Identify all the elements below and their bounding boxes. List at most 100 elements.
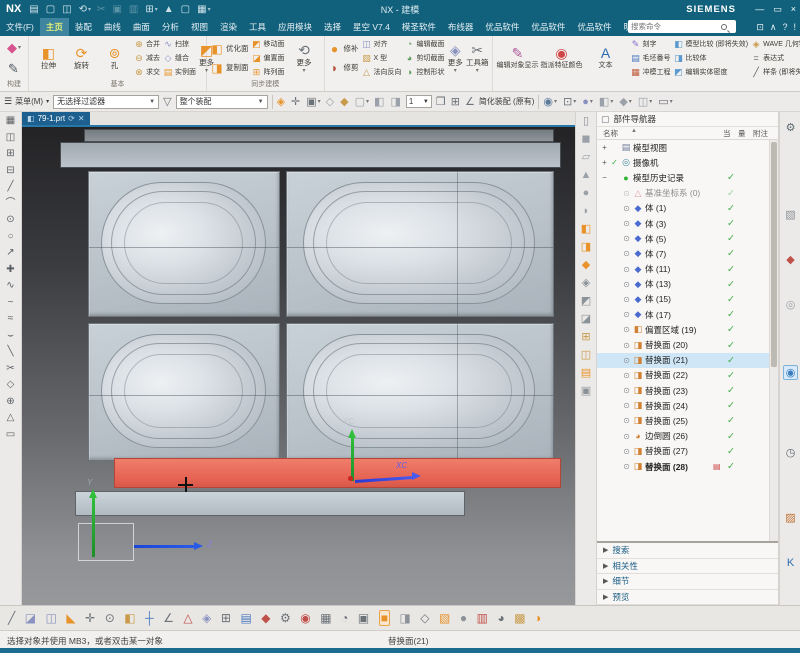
sketch-icon[interactable]: ◫ xyxy=(6,133,15,143)
split-body-icon[interactable]: ◩ xyxy=(581,296,591,307)
move-object-icon[interactable]: ┼ xyxy=(145,611,154,625)
pad-tool-icon[interactable]: ▱ xyxy=(582,152,590,163)
ribbon-small-button[interactable]: ◫对齐 xyxy=(362,38,402,51)
node-replace-face-22[interactable]: ⊙ ◨ 替换面 (22) ✓ xyxy=(597,368,769,383)
tab-render[interactable]: 渲染 xyxy=(214,18,243,36)
effects-icon[interactable]: ◆▾ xyxy=(619,95,631,108)
ribbon-small-button[interactable]: ╱样条 (即将失效) xyxy=(751,66,800,79)
move-body-icon[interactable]: ◈ xyxy=(582,278,590,289)
tab-router[interactable]: 布线器 xyxy=(442,18,480,36)
node-body-17[interactable]: ⊙ ◆ 体 (17) ✓ xyxy=(597,307,769,322)
grid-body-icon[interactable]: ▩ xyxy=(514,611,525,625)
smile-arc-icon[interactable]: ⌣ xyxy=(7,331,14,341)
draft-body-icon[interactable]: ◣ xyxy=(66,611,75,625)
csys-icon[interactable]: △ xyxy=(183,611,192,625)
save-icon[interactable]: ◫ xyxy=(62,4,72,15)
snap-lock-icon[interactable]: ◈ xyxy=(277,95,286,108)
node-replace-face-23[interactable]: ⊙ ◨ 替换面 (23) ✓ xyxy=(597,383,769,398)
column-name[interactable]: 名称 xyxy=(603,128,618,139)
clamp-icon[interactable]: ⊞ xyxy=(221,611,231,625)
tab-mosheng[interactable]: 模圣软件 xyxy=(396,18,442,36)
constraint-navigator-icon[interactable]: ◆ xyxy=(783,252,798,267)
minimize-button[interactable]: — xyxy=(755,4,764,15)
close-tab-icon[interactable]: ✕ xyxy=(78,114,85,123)
copy-display-icon[interactable]: ❒ xyxy=(436,95,446,108)
draft-tool-icon[interactable]: ◫ xyxy=(581,350,591,361)
maximize-button[interactable]: ▭ xyxy=(773,4,782,15)
column-note[interactable]: 附注 xyxy=(753,128,768,139)
core-tool-icon[interactable]: ◨ xyxy=(581,242,591,253)
sort-ascending-icon[interactable]: ▲ xyxy=(631,128,637,134)
datum-plane-icon[interactable]: ◪ xyxy=(25,611,36,625)
base-plate[interactable] xyxy=(75,491,465,516)
cut-icon[interactable]: ✂ xyxy=(97,4,106,15)
polygon-icon[interactable]: ◇ xyxy=(7,380,15,390)
sketch-button[interactable]: ✎ xyxy=(3,60,25,78)
tab-application[interactable]: 应用模块 xyxy=(272,18,318,36)
ribbon-small-button[interactable]: ◔编辑截面 xyxy=(405,38,445,51)
datum-plane-alt-icon[interactable]: ◫ xyxy=(46,611,57,625)
cube-pair-icon[interactable]: ◨ xyxy=(399,611,410,625)
insert-core-icon[interactable]: ◆ xyxy=(261,611,270,625)
node-body-15[interactable]: ⊙ ◆ 体 (15) ✓ xyxy=(597,292,769,307)
node-edge-blend-26[interactable]: ⊙ ◕ 边倒圆 (26) ✓ xyxy=(597,429,769,444)
cube-a-icon[interactable]: ◧ xyxy=(374,95,385,108)
repeat-command-icon[interactable]: ⊞▾ xyxy=(145,4,157,15)
node-replace-face-21[interactable]: ⊙ ◨ 替换面 (21) ✓ xyxy=(597,353,769,368)
mold-block-upper-left[interactable] xyxy=(88,171,280,317)
diagonal-icon[interactable]: ╲ xyxy=(7,347,13,357)
capture-icon[interactable]: ▢ xyxy=(181,4,191,15)
hatch-body-icon[interactable]: ▧ xyxy=(439,611,450,625)
stack-bodies-icon[interactable]: ▤ xyxy=(240,611,251,625)
pocket-tool-icon[interactable]: ▤ xyxy=(581,368,591,379)
node-body-5[interactable]: ⊙ ◆ 体 (5) ✓ xyxy=(597,231,769,246)
scrollbar-thumb[interactable] xyxy=(771,142,777,367)
toolbox-button[interactable]: ✂ 工具箱 ▾ xyxy=(466,43,489,74)
command-alert-icon[interactable]: ! xyxy=(793,22,796,32)
snap-face-icon[interactable]: ◆ xyxy=(340,95,349,108)
assembly-navigator-icon[interactable]: ▧ xyxy=(783,207,798,222)
node-cameras[interactable]: + ✓ ◎ 摄像机 xyxy=(597,155,769,170)
render-style-icon[interactable]: ●▾ xyxy=(582,96,593,108)
pattern-tool-icon[interactable]: ⊞ xyxy=(581,332,590,343)
ribbon-small-button[interactable]: ▧X 型 xyxy=(362,52,402,65)
tab-file[interactable]: 文件(F) xyxy=(0,18,40,36)
ribbon-small-button[interactable]: ⊖减去 xyxy=(134,52,160,65)
ellipse-icon[interactable]: ○ xyxy=(7,232,13,242)
node-body-1[interactable]: ⊙ ◆ 体 (1) ✓ xyxy=(597,201,769,216)
sync-more-button[interactable]: ⟲ 更多 ▾ xyxy=(288,43,321,74)
wave-curve-icon[interactable]: ≈ xyxy=(8,314,14,324)
ribbon-small-button[interactable]: ▤实例面 xyxy=(163,66,196,79)
selection-box-icon[interactable]: ▣▾ xyxy=(306,95,320,108)
tab-curve[interactable]: 曲线 xyxy=(98,18,127,36)
offset-curve-icon[interactable]: ⊕ xyxy=(6,397,14,407)
ribbon-small-button[interactable]: △法向反向 xyxy=(362,66,402,79)
frame-icon[interactable]: ▢▾ xyxy=(355,95,369,108)
ribbon-small-button[interactable]: ▦冲模工程 xyxy=(631,66,671,79)
ribbon-small-button[interactable]: ◕剪切截面 xyxy=(405,52,445,65)
sketch-curve-button[interactable]: ◆▾ xyxy=(3,39,25,57)
top-clamp-plate[interactable] xyxy=(84,129,554,142)
trim-curve-icon[interactable]: ✂ xyxy=(6,364,14,374)
ribbon-small-button[interactable]: ⊗求交 xyxy=(134,66,160,79)
part-tab[interactable]: ◧ 79-1.prt ⟳ ✕ xyxy=(22,112,90,125)
node-offset-region-19[interactable]: ⊙ ◧ 偏置区域 (19) ✓ xyxy=(597,322,769,337)
ribbon-button[interactable]: ⊚孔 xyxy=(98,46,131,70)
new-file-icon[interactable]: ▤ xyxy=(29,4,39,15)
tab-youpin-1[interactable]: 优品软件 xyxy=(479,18,525,36)
open-file-icon[interactable]: ▢ xyxy=(46,4,56,15)
ribbon-small-button[interactable]: ◨比较体 xyxy=(674,52,749,65)
circle-icon[interactable]: ⊙ xyxy=(6,215,14,225)
command-search-input[interactable] xyxy=(631,22,719,31)
node-replace-face-20[interactable]: ⊙ ◨ 替换面 (20) ✓ xyxy=(597,337,769,352)
tab-analysis[interactable]: 分析 xyxy=(156,18,185,36)
section-view-icon[interactable]: ◔ xyxy=(341,611,348,625)
curve-icon[interactable]: ~ xyxy=(8,298,14,308)
simplified-assembly-button[interactable]: 简化装配 (原有) xyxy=(479,96,535,107)
rectangle-icon[interactable]: ▭ xyxy=(6,430,15,440)
node-model-views[interactable]: + ▤ 模型视图 xyxy=(597,140,769,155)
tab-youpin-2[interactable]: 优品软件 xyxy=(525,18,571,36)
ribbon-small-button[interactable]: =表达式 xyxy=(751,52,800,65)
knowledge-icon[interactable]: K xyxy=(783,555,798,570)
selection-filter-dropdown[interactable]: 无选择过滤器▼ xyxy=(53,95,159,109)
